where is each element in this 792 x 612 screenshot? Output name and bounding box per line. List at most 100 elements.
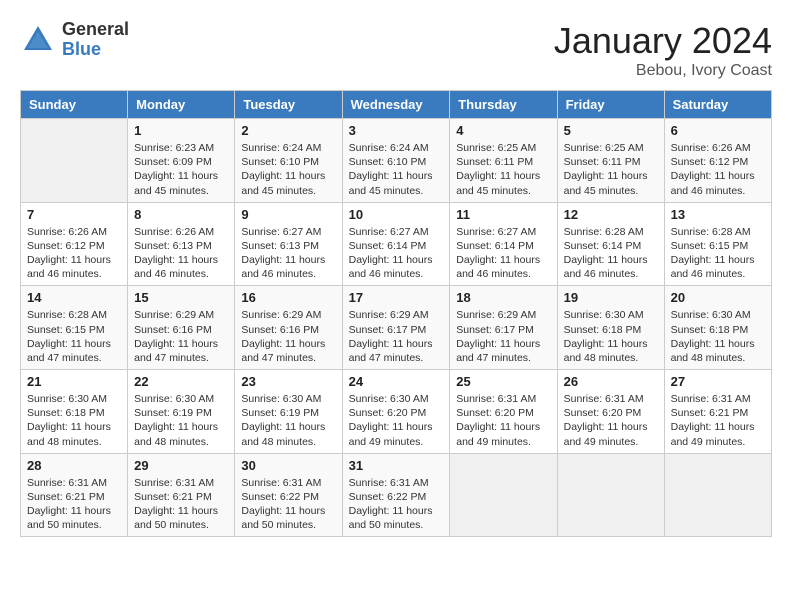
calendar-cell <box>450 453 557 537</box>
calendar-week-row: 28 Sunrise: 6:31 AMSunset: 6:21 PMDayligh… <box>21 453 772 537</box>
cell-info: Sunrise: 6:25 AMSunset: 6:11 PMDaylight:… <box>456 141 550 198</box>
calendar-cell: 11 Sunrise: 6:27 AMSunset: 6:14 PMDayligh… <box>450 202 557 286</box>
cell-info: Sunrise: 6:31 AMSunset: 6:20 PMDaylight:… <box>564 392 658 449</box>
weekday-header: Saturday <box>664 91 771 119</box>
day-number: 25 <box>456 374 550 389</box>
cell-info: Sunrise: 6:31 AMSunset: 6:21 PMDaylight:… <box>134 476 228 533</box>
calendar-cell: 22 Sunrise: 6:30 AMSunset: 6:19 PMDayligh… <box>128 370 235 454</box>
cell-info: Sunrise: 6:31 AMSunset: 6:21 PMDaylight:… <box>671 392 765 449</box>
month-title: January 2024 <box>554 20 772 62</box>
day-number: 13 <box>671 207 765 222</box>
cell-info: Sunrise: 6:28 AMSunset: 6:15 PMDaylight:… <box>27 308 121 365</box>
cell-info: Sunrise: 6:27 AMSunset: 6:14 PMDaylight:… <box>456 225 550 282</box>
calendar-cell: 31 Sunrise: 6:31 AMSunset: 6:22 PMDayligh… <box>342 453 450 537</box>
day-number: 26 <box>564 374 658 389</box>
day-number: 1 <box>134 123 228 138</box>
calendar-cell: 4 Sunrise: 6:25 AMSunset: 6:11 PMDaylight… <box>450 119 557 203</box>
calendar-cell: 5 Sunrise: 6:25 AMSunset: 6:11 PMDaylight… <box>557 119 664 203</box>
cell-info: Sunrise: 6:30 AMSunset: 6:19 PMDaylight:… <box>134 392 228 449</box>
calendar-cell: 12 Sunrise: 6:28 AMSunset: 6:14 PMDayligh… <box>557 202 664 286</box>
cell-info: Sunrise: 6:24 AMSunset: 6:10 PMDaylight:… <box>349 141 444 198</box>
cell-info: Sunrise: 6:27 AMSunset: 6:13 PMDaylight:… <box>241 225 335 282</box>
calendar-cell: 29 Sunrise: 6:31 AMSunset: 6:21 PMDayligh… <box>128 453 235 537</box>
day-number: 8 <box>134 207 228 222</box>
calendar-cell: 23Sunrise: 6:30 AMSunset: 6:19 PMDayligh… <box>235 370 342 454</box>
cell-info: Sunrise: 6:28 AMSunset: 6:15 PMDaylight:… <box>671 225 765 282</box>
weekday-header: Tuesday <box>235 91 342 119</box>
day-number: 4 <box>456 123 550 138</box>
cell-info: Sunrise: 6:25 AMSunset: 6:11 PMDaylight:… <box>564 141 658 198</box>
calendar-cell: 19Sunrise: 6:30 AMSunset: 6:18 PMDayligh… <box>557 286 664 370</box>
cell-info: Sunrise: 6:29 AMSunset: 6:16 PMDaylight:… <box>134 308 228 365</box>
calendar-cell: 24 Sunrise: 6:30 AMSunset: 6:20 PMDayligh… <box>342 370 450 454</box>
day-number: 31 <box>349 458 444 473</box>
logo-icon <box>20 22 56 58</box>
calendar-week-row: 7Sunrise: 6:26 AMSunset: 6:12 PMDaylight… <box>21 202 772 286</box>
calendar-cell: 27 Sunrise: 6:31 AMSunset: 6:21 PMDayligh… <box>664 370 771 454</box>
day-number: 21 <box>27 374 121 389</box>
calendar-cell: 8Sunrise: 6:26 AMSunset: 6:13 PMDaylight… <box>128 202 235 286</box>
day-number: 10 <box>349 207 444 222</box>
calendar-cell: 6Sunrise: 6:26 AMSunset: 6:12 PMDaylight… <box>664 119 771 203</box>
weekday-header: Sunday <box>21 91 128 119</box>
calendar-cell: 18 Sunrise: 6:29 AMSunset: 6:17 PMDayligh… <box>450 286 557 370</box>
day-number: 5 <box>564 123 658 138</box>
day-number: 16 <box>241 290 335 305</box>
day-number: 6 <box>671 123 765 138</box>
logo-general-text: General <box>62 20 129 40</box>
calendar-cell <box>21 119 128 203</box>
day-number: 12 <box>564 207 658 222</box>
calendar-week-row: 21 Sunrise: 6:30 AMSunset: 6:18 PMDayligh… <box>21 370 772 454</box>
calendar-cell: 26 Sunrise: 6:31 AMSunset: 6:20 PMDayligh… <box>557 370 664 454</box>
cell-info: Sunrise: 6:31 AMSunset: 6:20 PMDaylight:… <box>456 392 550 449</box>
day-number: 22 <box>134 374 228 389</box>
day-number: 28 <box>27 458 121 473</box>
cell-info: Sunrise: 6:30 AMSunset: 6:18 PMDaylight:… <box>671 308 765 365</box>
calendar-table: SundayMondayTuesdayWednesdayThursdayFrid… <box>20 90 772 537</box>
calendar-cell: 20 Sunrise: 6:30 AMSunset: 6:18 PMDayligh… <box>664 286 771 370</box>
weekday-header: Thursday <box>450 91 557 119</box>
calendar-cell: 14 Sunrise: 6:28 AMSunset: 6:15 PMDayligh… <box>21 286 128 370</box>
day-number: 7 <box>27 207 121 222</box>
day-number: 29 <box>134 458 228 473</box>
calendar-cell: 13 Sunrise: 6:28 AMSunset: 6:15 PMDayligh… <box>664 202 771 286</box>
cell-info: Sunrise: 6:29 AMSunset: 6:16 PMDaylight:… <box>241 308 335 365</box>
day-number: 14 <box>27 290 121 305</box>
cell-info: Sunrise: 6:27 AMSunset: 6:14 PMDaylight:… <box>349 225 444 282</box>
calendar-cell: 15 Sunrise: 6:29 AMSunset: 6:16 PMDayligh… <box>128 286 235 370</box>
day-number: 23 <box>241 374 335 389</box>
calendar-cell: 25 Sunrise: 6:31 AMSunset: 6:20 PMDayligh… <box>450 370 557 454</box>
cell-info: Sunrise: 6:29 AMSunset: 6:17 PMDaylight:… <box>349 308 444 365</box>
day-number: 2 <box>241 123 335 138</box>
day-number: 18 <box>456 290 550 305</box>
calendar-cell <box>557 453 664 537</box>
day-number: 17 <box>349 290 444 305</box>
calendar-cell <box>664 453 771 537</box>
day-number: 15 <box>134 290 228 305</box>
day-number: 24 <box>349 374 444 389</box>
cell-info: Sunrise: 6:31 AMSunset: 6:22 PMDaylight:… <box>241 476 335 533</box>
day-number: 3 <box>349 123 444 138</box>
cell-info: Sunrise: 6:24 AMSunset: 6:10 PMDaylight:… <box>241 141 335 198</box>
title-block: January 2024 Bebou, Ivory Coast <box>554 20 772 80</box>
cell-info: Sunrise: 6:30 AMSunset: 6:18 PMDaylight:… <box>564 308 658 365</box>
calendar-cell: 21 Sunrise: 6:30 AMSunset: 6:18 PMDayligh… <box>21 370 128 454</box>
day-number: 11 <box>456 207 550 222</box>
cell-info: Sunrise: 6:31 AMSunset: 6:22 PMDaylight:… <box>349 476 444 533</box>
calendar-cell: 1Sunrise: 6:23 AMSunset: 6:09 PMDaylight… <box>128 119 235 203</box>
calendar-week-row: 14 Sunrise: 6:28 AMSunset: 6:15 PMDayligh… <box>21 286 772 370</box>
logo: General Blue <box>20 20 129 60</box>
weekday-header: Monday <box>128 91 235 119</box>
calendar-cell: 7Sunrise: 6:26 AMSunset: 6:12 PMDaylight… <box>21 202 128 286</box>
cell-info: Sunrise: 6:30 AMSunset: 6:20 PMDaylight:… <box>349 392 444 449</box>
cell-info: Sunrise: 6:28 AMSunset: 6:14 PMDaylight:… <box>564 225 658 282</box>
day-number: 27 <box>671 374 765 389</box>
weekday-header-row: SundayMondayTuesdayWednesdayThursdayFrid… <box>21 91 772 119</box>
page-header: General Blue January 2024 Bebou, Ivory C… <box>20 20 772 80</box>
cell-info: Sunrise: 6:29 AMSunset: 6:17 PMDaylight:… <box>456 308 550 365</box>
calendar-cell: 30Sunrise: 6:31 AMSunset: 6:22 PMDayligh… <box>235 453 342 537</box>
day-number: 20 <box>671 290 765 305</box>
calendar-cell: 3 Sunrise: 6:24 AMSunset: 6:10 PMDaylight… <box>342 119 450 203</box>
cell-info: Sunrise: 6:30 AMSunset: 6:18 PMDaylight:… <box>27 392 121 449</box>
logo-text: General Blue <box>62 20 129 60</box>
